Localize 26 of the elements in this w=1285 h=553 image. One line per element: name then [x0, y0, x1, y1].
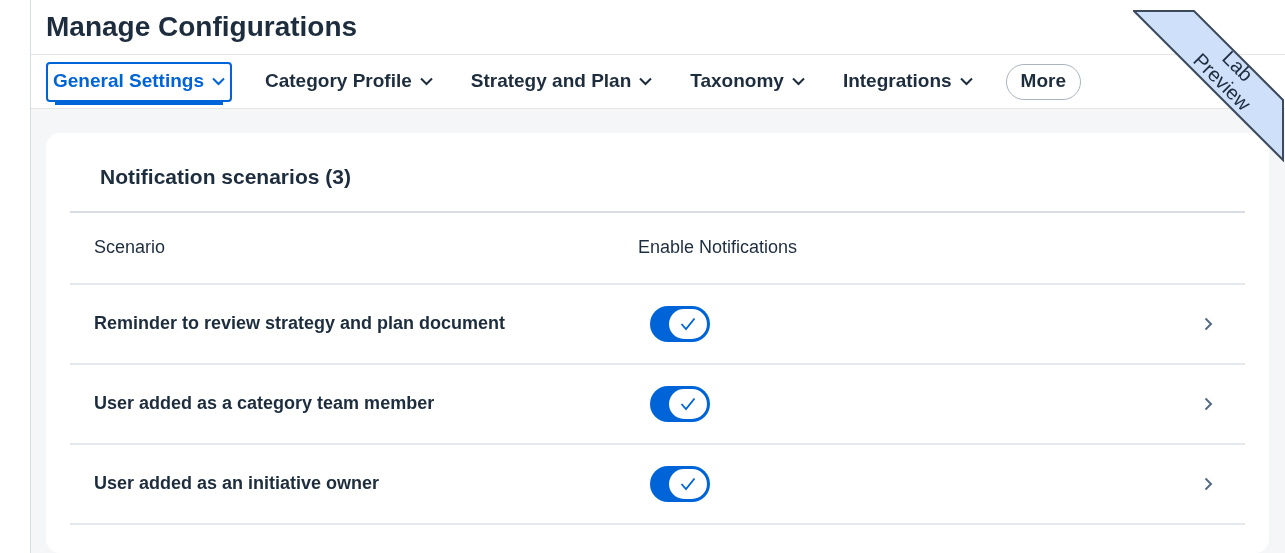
tab[interactable]: Integrations — [837, 61, 978, 102]
chevron-down-icon — [791, 77, 805, 87]
tab[interactable]: Category Profile — [260, 61, 438, 102]
tab[interactable]: General Settings — [46, 61, 232, 102]
chevron-down-icon — [959, 77, 973, 87]
tab[interactable]: Strategy and Plan — [465, 61, 658, 102]
page-title: Manage Configurations — [46, 10, 358, 45]
table-title: Notification scenarios (3) — [70, 161, 1245, 213]
chevron-right-icon[interactable] — [1204, 396, 1213, 411]
toggle-switch[interactable] — [650, 385, 710, 422]
chevron-down-icon — [419, 77, 433, 87]
table-cell-text: Reminder to review strategy and plan document — [94, 312, 507, 335]
tab[interactable]: Taxonomy — [685, 61, 810, 102]
chevron-right-icon[interactable] — [1204, 476, 1213, 491]
chevron-down-icon — [212, 77, 225, 87]
checkmark-icon — [680, 476, 696, 491]
checkmark-icon — [680, 396, 696, 411]
chevron-right-icon[interactable] — [1204, 316, 1213, 331]
column-header: Scenario — [94, 236, 167, 259]
toggle-switch[interactable] — [650, 305, 710, 342]
toggle-switch[interactable] — [650, 465, 710, 502]
table-cell-text: User added as an initiative owner — [94, 472, 381, 495]
column-header: Enable Notifications — [638, 236, 798, 259]
table-cell-text: User added as a category team member — [94, 392, 436, 415]
chevron-down-icon — [639, 77, 653, 87]
checkmark-icon — [680, 316, 696, 331]
